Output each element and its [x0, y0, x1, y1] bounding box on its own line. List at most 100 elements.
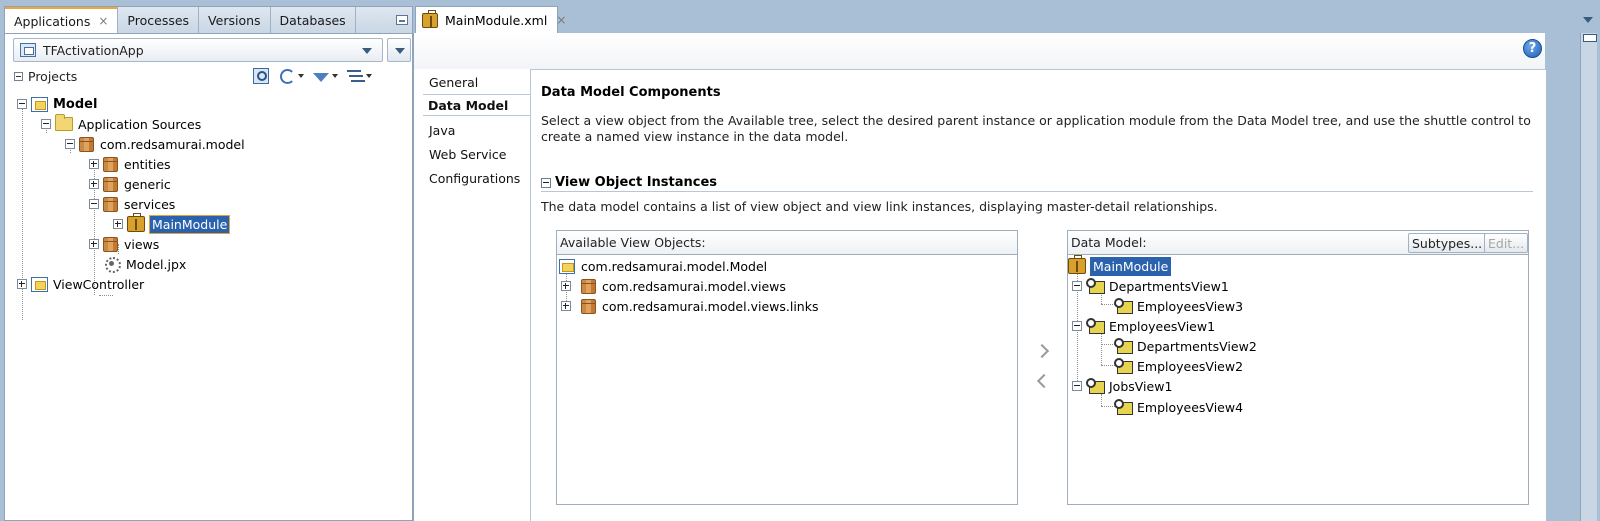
application-module-icon	[127, 213, 145, 232]
side-strip[interactable]	[1580, 33, 1597, 521]
tree-label: views	[124, 236, 160, 252]
tree-node-generic[interactable]: generic	[89, 174, 171, 194]
tree-node-services[interactable]: services	[89, 194, 175, 214]
available-item[interactable]: com.redsamurai.model.views.links	[561, 296, 818, 316]
project-icon	[31, 96, 48, 112]
shuttle-add-icon[interactable]	[1035, 343, 1047, 359]
data-model-item-label: EmployeesView4	[1137, 399, 1244, 415]
nav-configurations[interactable]: Configurations	[414, 167, 530, 189]
available-item[interactable]: com.redsamurai.model.Model	[559, 256, 767, 276]
data-model-item[interactable]: DepartmentsView2	[1114, 336, 1257, 356]
folder-icon	[55, 114, 73, 131]
nav-web-service[interactable]: Web Service	[414, 143, 530, 165]
expand-icon[interactable]	[561, 301, 571, 311]
view-object-icon	[1114, 298, 1133, 314]
collapse-icon[interactable]	[17, 99, 27, 109]
help-icon[interactable]: ?	[1523, 39, 1542, 58]
collapse-icon[interactable]	[41, 119, 51, 129]
collapse-icon[interactable]	[1072, 381, 1082, 391]
tab-strip-spacer	[356, 7, 392, 33]
shuttle-remove-icon[interactable]	[1035, 373, 1047, 389]
navigator-body: TFActivationApp Projects Model Applicati…	[4, 33, 413, 521]
collapse-icon[interactable]	[89, 199, 99, 209]
collapse-icon[interactable]	[541, 177, 551, 188]
application-module-icon	[422, 9, 438, 28]
section-description: The data model contains a list of view o…	[541, 199, 1218, 214]
package-icon	[103, 176, 118, 192]
collapse-icon[interactable]	[65, 139, 75, 149]
tab-versions-label: Versions	[208, 12, 261, 28]
expand-icon[interactable]	[89, 159, 99, 169]
tree-guide	[99, 295, 113, 296]
section-header[interactable]: View Object Instances	[541, 174, 1533, 192]
application-select[interactable]: TFActivationApp	[13, 38, 383, 62]
data-model-item[interactable]: JobsView1	[1072, 376, 1172, 396]
data-model-item-label: DepartmentsView2	[1137, 338, 1257, 354]
application-navigator: Applications × Processes Versions Databa…	[0, 0, 417, 521]
tree-node-views[interactable]: views	[89, 234, 159, 254]
tree-node-model[interactable]: Model	[17, 94, 97, 114]
data-model-item[interactable]: DepartmentsView1	[1072, 276, 1229, 296]
application-name: TFActivationApp	[43, 42, 144, 58]
filter-icon[interactable]	[313, 68, 338, 84]
tree-node-model-jpx[interactable]: Model.jpx	[103, 254, 186, 274]
data-model-item[interactable]: EmployeesView4	[1114, 397, 1243, 417]
collapse-icon[interactable]	[1072, 281, 1082, 291]
tree-label: MainModule	[149, 214, 231, 234]
data-model-item[interactable]: EmployeesView2	[1114, 356, 1243, 376]
chevron-down-icon[interactable]	[1578, 6, 1600, 33]
data-model-item[interactable]: EmployeesView1	[1072, 316, 1215, 336]
tab-applications[interactable]: Applications ×	[5, 7, 119, 33]
package-icon	[103, 236, 118, 252]
tree-node-package[interactable]: com.redsamurai.model	[65, 134, 245, 154]
sort-icon[interactable]	[347, 68, 372, 84]
available-item[interactable]: com.redsamurai.model.views	[561, 276, 786, 296]
nav-data-model[interactable]: Data Model	[423, 94, 531, 116]
package-icon	[581, 278, 596, 294]
projects-bar: Projects	[9, 66, 407, 86]
tab-processes[interactable]: Processes	[118, 7, 200, 33]
subtypes-button[interactable]: Subtypes...	[1408, 233, 1487, 253]
sync-icon[interactable]	[279, 68, 304, 84]
tab-mainmodule-xml[interactable]: MainModule.xml ×	[415, 6, 566, 33]
application-menu-button[interactable]	[387, 38, 411, 62]
view-object-icon	[1114, 399, 1133, 415]
close-icon[interactable]: ×	[98, 14, 108, 28]
nav-java[interactable]: Java	[414, 119, 530, 141]
chevron-down-icon	[362, 48, 372, 54]
expand-icon[interactable]	[89, 179, 99, 189]
view-object-icon	[1086, 378, 1105, 394]
edit-button[interactable]: Edit...	[1484, 233, 1529, 253]
expand-icon[interactable]	[89, 239, 99, 249]
tree-guide	[1101, 344, 1115, 345]
close-icon[interactable]: ×	[556, 13, 566, 27]
expand-icon[interactable]	[17, 279, 27, 289]
tree-label: Model	[53, 96, 98, 112]
tree-label: Model.jpx	[126, 256, 187, 272]
tree-guide	[1101, 304, 1115, 305]
tab-versions[interactable]: Versions	[199, 7, 271, 33]
tree-node-mainmodule[interactable]: MainModule	[113, 213, 231, 234]
package-icon	[581, 298, 596, 314]
available-item-label: com.redsamurai.model.views	[602, 278, 786, 294]
collapse-icon[interactable]	[1072, 321, 1082, 331]
find-icon[interactable]	[253, 68, 269, 84]
data-model-item[interactable]: EmployeesView3	[1114, 296, 1243, 316]
tree-node-entities[interactable]: entities	[89, 154, 171, 174]
application-icon	[20, 43, 36, 57]
tab-applications-label: Applications	[14, 13, 91, 29]
tree-label: generic	[124, 176, 171, 192]
expand-icon[interactable]	[113, 219, 123, 229]
collapse-icon[interactable]	[14, 71, 23, 81]
available-view-objects-panel: Available View Objects: com.redsamurai.m…	[556, 230, 1018, 505]
expand-icon[interactable]	[561, 281, 571, 291]
data-model-root[interactable]: MainModule	[1068, 255, 1172, 276]
tree-node-viewcontroller[interactable]: ViewController	[17, 274, 144, 294]
tree-node-application-sources[interactable]: Application Sources	[41, 114, 201, 134]
projects-label: Projects	[28, 68, 78, 84]
tab-databases[interactable]: Databases	[271, 7, 356, 33]
tree-guide	[1101, 365, 1115, 366]
nav-general[interactable]: General	[414, 71, 530, 93]
tree-label: entities	[124, 156, 171, 172]
minimize-icon[interactable]	[392, 7, 412, 33]
